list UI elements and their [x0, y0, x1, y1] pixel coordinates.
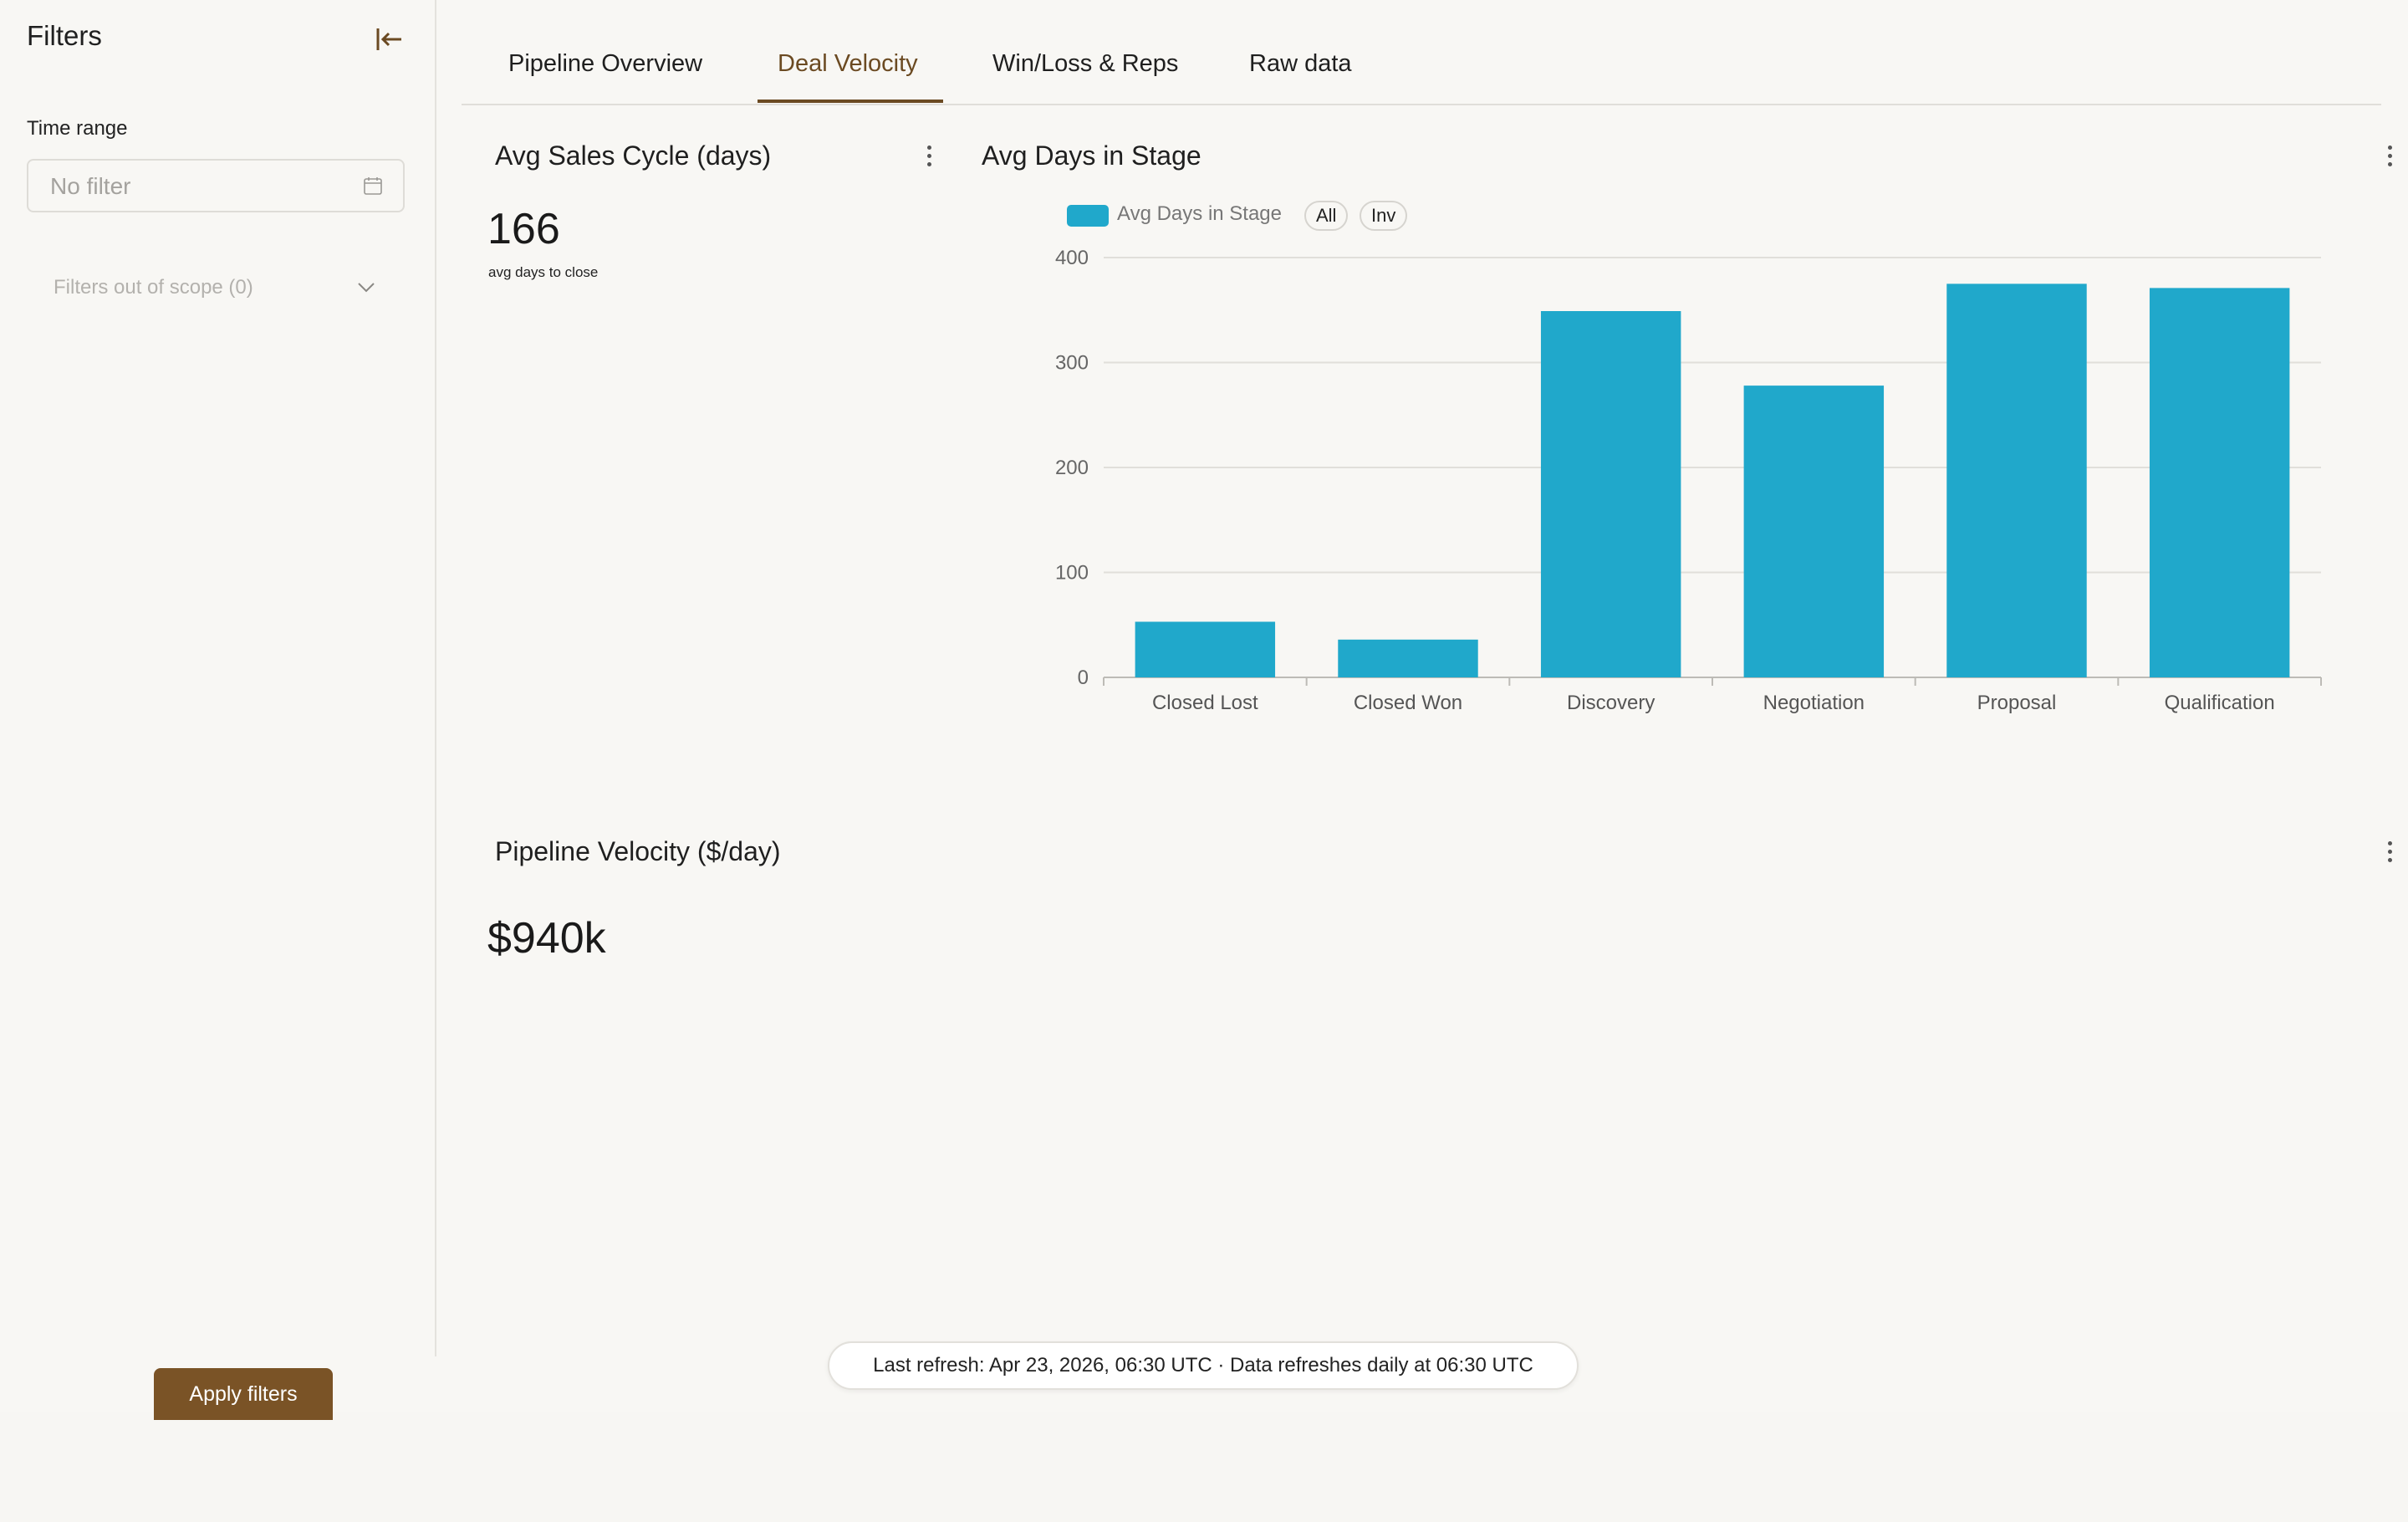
y-tick-label: 300	[1055, 352, 1089, 375]
bar[interactable]	[1338, 639, 1478, 677]
filters-out-of-scope-toggle[interactable]: Filters out of scope (0)	[27, 268, 405, 309]
legend-label[interactable]: Avg Days in Stage	[1117, 202, 1282, 226]
calendar-icon[interactable]	[363, 176, 383, 196]
tab-raw-data[interactable]: Raw data	[1249, 50, 1352, 78]
collapse-left-icon	[376, 28, 401, 50]
sidebar-title: Filters	[27, 20, 102, 51]
tab-pipeline-overview[interactable]: Pipeline Overview	[508, 50, 702, 78]
tab-deal-velocity[interactable]: Deal Velocity	[778, 50, 918, 78]
y-tick-label: 400	[1055, 247, 1089, 269]
bar[interactable]	[1946, 283, 2087, 677]
bar[interactable]	[1135, 621, 1276, 677]
time-range-label: Time range	[27, 117, 128, 140]
days-in-stage-chart: 0 100 200 300 400 Closed Lost Closed Won Discov…	[1055, 247, 2322, 714]
x-tick-label: Negotiation	[1763, 692, 1865, 714]
footer-band	[0, 1412, 2408, 1522]
collapse-sidebar-button[interactable]	[373, 23, 406, 57]
chevron-down-icon	[358, 283, 375, 293]
dashboard-tabs: Pipeline Overview Deal Velocity Win/Loss…	[462, 0, 2381, 105]
x-tick-label: Closed Won	[1354, 692, 1462, 714]
sales-cycle-subtitle: avg days to close	[488, 264, 599, 280]
filters-out-of-scope-label: Filters out of scope (0)	[54, 276, 253, 299]
bar[interactable]	[1540, 311, 1681, 677]
legend-inv-pill[interactable]: Inv	[1360, 201, 1408, 231]
active-tab-indicator	[758, 100, 943, 103]
bar[interactable]	[1743, 386, 1885, 677]
pipeline-velocity-value: $940k	[487, 914, 606, 963]
x-tick-label: Proposal	[1977, 692, 2057, 714]
y-tick-label: 200	[1055, 457, 1089, 479]
filters-sidebar: Filters Time range Filters out of scope …	[0, 0, 436, 1356]
time-range-field[interactable]	[27, 159, 405, 212]
pipeline-velocity-title: Pipeline Velocity ($/day)	[495, 836, 781, 866]
x-tick-label: Qualification	[2165, 692, 2275, 714]
y-tick-label: 100	[1055, 562, 1089, 585]
days-in-stage-menu-button[interactable]	[2381, 142, 2398, 176]
legend-all-pill[interactable]: All	[1304, 201, 1349, 231]
sales-cycle-value: 166	[487, 205, 560, 253]
last-refresh-notice: Last refresh: Apr 23, 2026, 06:30 UTC · …	[828, 1341, 1579, 1390]
pipeline-velocity-menu-button[interactable]	[2381, 838, 2398, 871]
tab-win-loss-reps[interactable]: Win/Loss & Reps	[992, 50, 1178, 78]
days-in-stage-title: Avg Days in Stage	[982, 140, 1201, 171]
x-tick-label: Closed Lost	[1152, 692, 1258, 714]
apply-filters-button[interactable]: Apply filters	[154, 1368, 333, 1420]
time-range-input[interactable]	[48, 161, 353, 212]
sales-cycle-title: Avg Sales Cycle (days)	[495, 140, 772, 171]
y-tick-label: 0	[1078, 667, 1089, 689]
bar[interactable]	[2149, 288, 2290, 677]
x-tick-label: Discovery	[1567, 692, 1655, 714]
legend-swatch[interactable]	[1067, 205, 1109, 227]
sales-cycle-menu-button[interactable]	[921, 142, 937, 176]
